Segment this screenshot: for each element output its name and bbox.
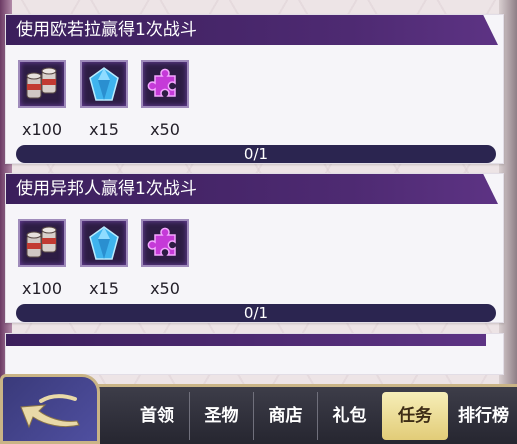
reward-quantity: x50	[150, 120, 180, 139]
progress-text: 0/1	[243, 145, 269, 163]
tab-quests[interactable]: 任务	[382, 392, 448, 440]
tab-gift-pack[interactable]: 礼包	[317, 392, 381, 440]
task-title: 使用异邦人赢得1次战斗	[6, 174, 498, 204]
purple-puzzle-piece-icon	[147, 227, 176, 256]
task-title: 使用欧若拉赢得1次战斗	[6, 15, 498, 45]
back-button[interactable]	[0, 374, 100, 444]
task-card: 使用异邦人赢得1次战斗 x100 x15 x50 0/1	[5, 173, 504, 323]
supply-cans-icon	[26, 226, 57, 258]
tab-leaderboard[interactable]: 排行榜	[450, 392, 517, 440]
reward-quantity: x100	[21, 120, 62, 139]
supply-cans-icon	[26, 67, 57, 99]
blue-crystal-icon	[89, 67, 119, 101]
reward-item[interactable]	[18, 219, 66, 267]
reward-quantity: x15	[89, 120, 119, 139]
task-card: 使用欧若拉赢得1次战斗 x100 x15 x50 0/1	[5, 14, 504, 164]
tab-shop[interactable]: 商店	[253, 392, 317, 440]
progress-bar: 0/1	[16, 145, 496, 163]
reward-item[interactable]	[80, 219, 128, 267]
blue-crystal-icon	[89, 226, 119, 260]
reward-quantity: x15	[89, 279, 119, 298]
purple-puzzle-piece-icon	[147, 68, 176, 97]
reward-quantity: x50	[150, 279, 180, 298]
task-title-strip	[6, 334, 486, 346]
reward-item[interactable]	[141, 219, 189, 267]
reward-item[interactable]	[141, 60, 189, 108]
reward-item[interactable]	[18, 60, 66, 108]
back-arrow-icon	[20, 394, 80, 429]
progress-bar: 0/1	[16, 304, 496, 322]
reward-item[interactable]	[80, 60, 128, 108]
reward-quantity: x100	[21, 279, 62, 298]
tab-relics[interactable]: 圣物	[189, 392, 253, 440]
tab-boss[interactable]: 首领	[125, 392, 189, 440]
progress-text: 0/1	[243, 304, 269, 322]
task-card-partial	[5, 333, 504, 375]
